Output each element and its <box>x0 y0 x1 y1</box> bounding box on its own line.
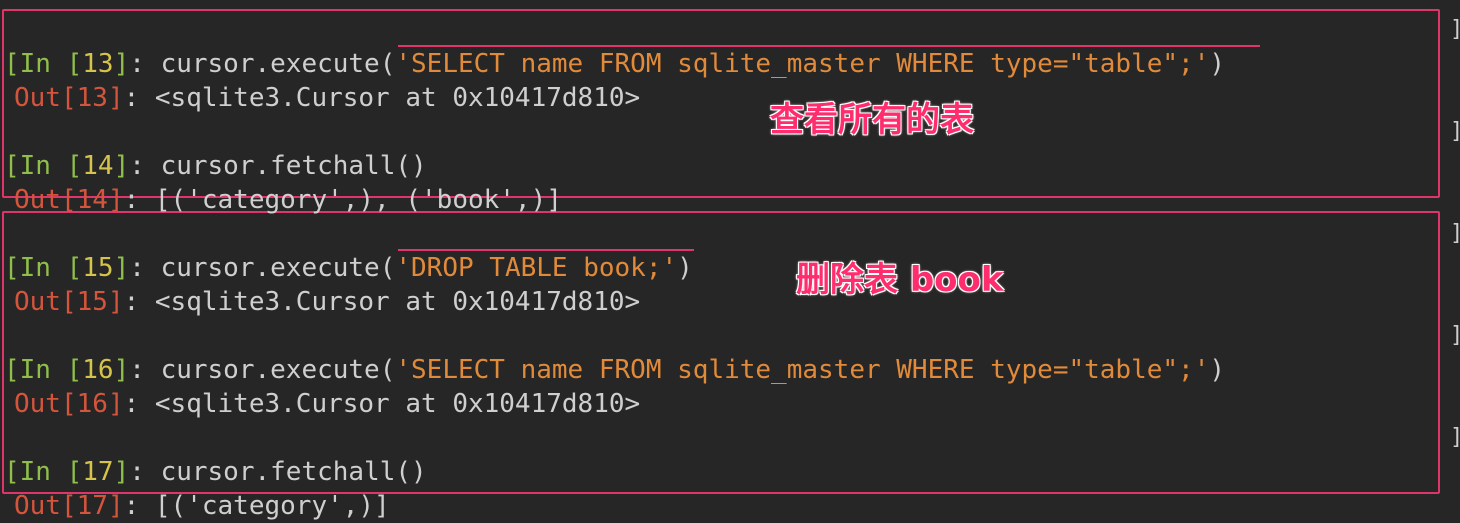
input-line-16[interactable]: [In [16]: cursor.execute('SELECT name FR… <box>4 319 1225 385</box>
out-prompt-label: Out <box>14 389 61 419</box>
input-line-17[interactable]: [In [17]: cursor.fetchall() <box>4 421 427 487</box>
output-text: <sqlite3.Cursor at 0x10417d810> <box>154 287 641 317</box>
string-underline-13 <box>398 45 1260 47</box>
out-prompt-label: Out <box>14 287 61 317</box>
string-underline-15 <box>398 249 694 251</box>
cell-bracket-16[interactable]: ] <box>1450 319 1460 353</box>
annotation-view-all-tables: 查看所有的表 <box>770 100 974 140</box>
code-suffix: ) <box>1209 49 1226 79</box>
output-text: [('category',), ('book',)] <box>154 185 562 215</box>
out-prompt-number: 16 <box>76 389 108 419</box>
cell-bracket-13[interactable]: ] <box>1450 13 1460 47</box>
cell-bracket-14[interactable]: ] <box>1450 115 1460 149</box>
annotation-drop-table-book: 删除表 book <box>796 260 1004 300</box>
output-text: <sqlite3.Cursor at 0x10417d810> <box>154 389 641 419</box>
output-line-15: Out[15]: <sqlite3.Cursor at 0x10417d810> <box>14 287 641 317</box>
code-suffix: ) <box>1209 355 1226 385</box>
output-line-13: Out[13]: <sqlite3.Cursor at 0x10417d810> <box>14 83 641 113</box>
cell-bracket-17[interactable]: ] <box>1450 421 1460 455</box>
out-prompt-number: 13 <box>76 83 108 113</box>
output-line-17: Out[17]: [('category',)] <box>14 491 390 521</box>
out-prompt-label: Out <box>14 185 61 215</box>
cell-bracket-15[interactable]: ] <box>1450 217 1460 251</box>
input-line-14[interactable]: [In [14]: cursor.fetchall() <box>4 115 427 181</box>
out-prompt-number: 15 <box>76 287 108 317</box>
output-text: <sqlite3.Cursor at 0x10417d810> <box>154 83 641 113</box>
output-line-16: Out[16]: <sqlite3.Cursor at 0x10417d810> <box>14 389 641 419</box>
input-line-15[interactable]: [In [15]: cursor.execute('DROP TABLE boo… <box>4 217 693 283</box>
out-prompt-number: 14 <box>76 185 108 215</box>
out-prompt-label: Out <box>14 83 61 113</box>
input-line-13[interactable]: [In [13]: cursor.execute('SELECT name FR… <box>4 13 1225 79</box>
code-suffix: ) <box>677 253 693 283</box>
output-line-14: Out[14]: [('category',), ('book',)] <box>14 185 562 215</box>
